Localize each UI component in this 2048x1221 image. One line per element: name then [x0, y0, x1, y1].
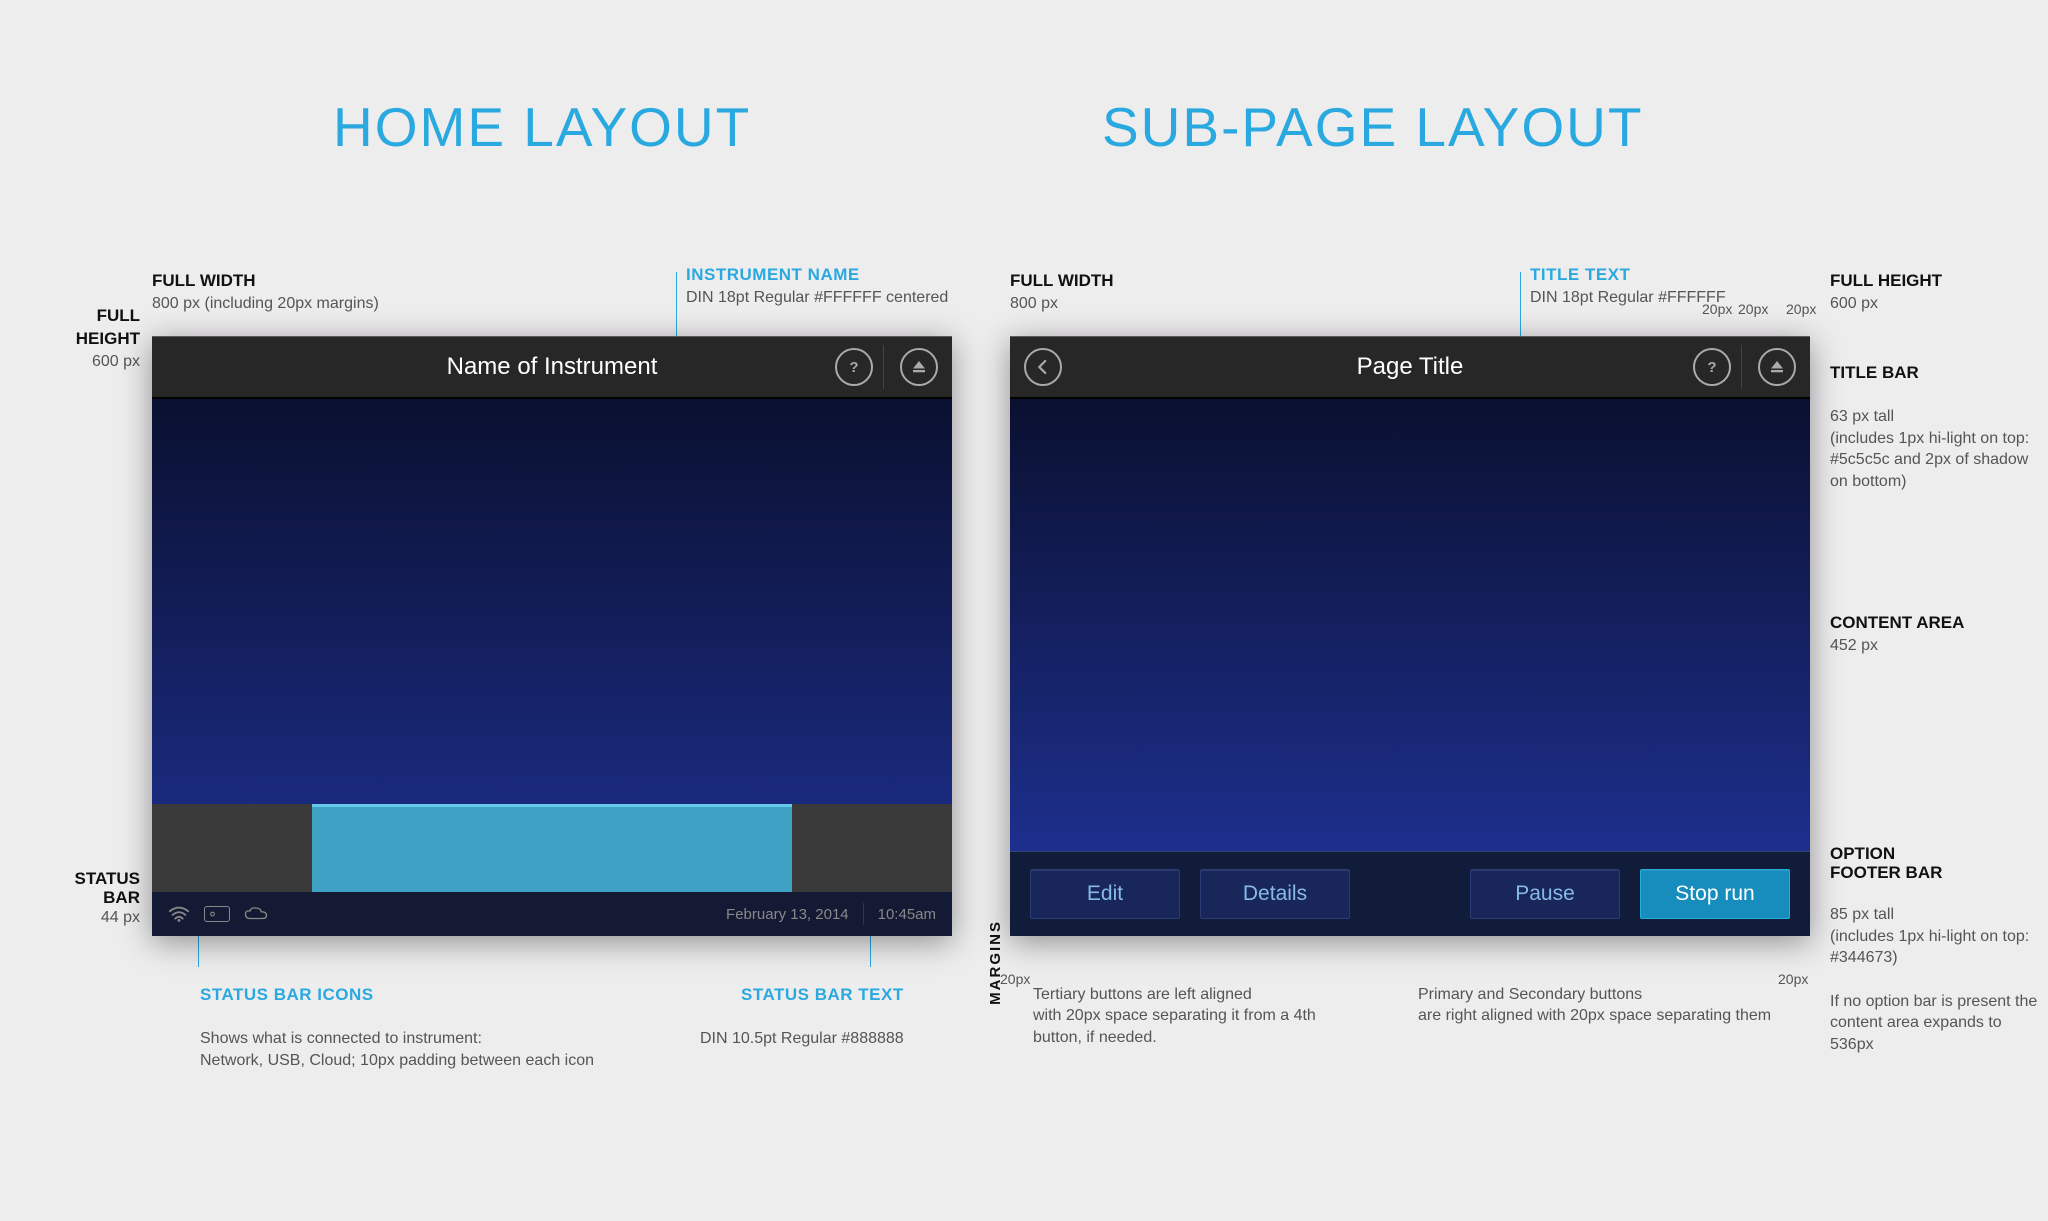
margin-left-value: 20px — [1000, 970, 1030, 989]
spec-content-area: CONTENT AREA 452 px — [1830, 612, 1964, 657]
callout-instrument-name: INSTRUMENT NAME DIN 18pt Regular #FFFFFF… — [686, 264, 948, 309]
status-bar: February 13, 2014 10:45am — [152, 892, 952, 936]
spec-option-footer: OPTIONFOOTER BAR 85 px tall (includes 1p… — [1830, 822, 2040, 1055]
spec-full-width-sub: FULL WIDTH 800 px — [1010, 270, 1114, 315]
dock-slot[interactable] — [792, 804, 952, 892]
eject-icon[interactable] — [900, 348, 938, 386]
margin-right-value: 20px — [1778, 970, 1808, 989]
status-time: 10:45am — [878, 906, 936, 923]
home-layout-mock: Name of Instrument ? February 13, 2014 1… — [152, 336, 952, 936]
dock-slot-active[interactable] — [312, 804, 472, 892]
heading-home-layout: HOME LAYOUT — [333, 95, 751, 159]
margins-vertical-label: MARGINS — [987, 920, 1004, 1005]
dock-slot-active[interactable] — [472, 804, 632, 892]
separator — [883, 345, 884, 389]
note-primary-buttons: Primary and Secondary buttons are right … — [1418, 962, 1771, 1027]
spec-full-width-home: FULL WIDTH 800 px (including 20px margin… — [152, 270, 379, 315]
stop-run-button[interactable]: Stop run — [1640, 869, 1790, 919]
help-icon[interactable]: ? — [835, 348, 873, 386]
option-footer-bar: Edit Details Pause Stop run — [1010, 851, 1810, 936]
spec-title-bar: TITLE BAR 63 px tall (includes 1px hi-li… — [1830, 340, 2030, 493]
ruler-label: 20px — [1786, 300, 1816, 319]
heading-subpage-layout: SUB-PAGE LAYOUT — [1102, 95, 1643, 159]
title-bar: Name of Instrument ? — [152, 336, 952, 399]
separator — [863, 903, 864, 925]
help-icon[interactable]: ? — [1693, 348, 1731, 386]
callout-status-bar-icons: STATUS BAR ICONS Shows what is connected… — [200, 962, 594, 1071]
dock-slot-active[interactable] — [632, 804, 792, 892]
callout-status-bar-text: STATUS BAR TEXT DIN 10.5pt Regular #8888… — [700, 962, 904, 1050]
usb-icon — [204, 906, 230, 922]
note-tertiary-buttons: Tertiary buttons are left aligned with 2… — [1033, 962, 1316, 1048]
svg-text:?: ? — [849, 359, 858, 376]
home-dock — [152, 804, 952, 892]
edit-button[interactable]: Edit — [1030, 869, 1180, 919]
details-button[interactable]: Details — [1200, 869, 1350, 919]
subpage-layout-mock: Page Title ? Edit Details Pause Stop run — [1010, 336, 1810, 936]
cloud-icon — [244, 906, 268, 922]
ruler-label: 20px — [1738, 300, 1768, 319]
wifi-icon — [168, 905, 190, 923]
spec-status-bar: STATUSBAR 44 px — [30, 870, 140, 929]
instrument-name: Name of Instrument — [152, 353, 952, 381]
page-title: Page Title — [1010, 353, 1810, 381]
spec-full-height-home: FULL HEIGHT 600 px — [30, 305, 140, 372]
status-date: February 13, 2014 — [726, 906, 849, 923]
spec-full-height-sub: FULL HEIGHT 600 px — [1830, 270, 1942, 315]
dock-slot[interactable] — [152, 804, 312, 892]
content-area — [1010, 399, 1810, 851]
eject-icon[interactable] — [1758, 348, 1796, 386]
callout-title-text: TITLE TEXT DIN 18pt Regular #FFFFFF — [1530, 264, 1726, 309]
separator — [1741, 345, 1742, 389]
back-icon[interactable] — [1024, 348, 1062, 386]
svg-text:?: ? — [1707, 359, 1716, 376]
title-bar: Page Title ? — [1010, 336, 1810, 399]
pause-button[interactable]: Pause — [1470, 869, 1620, 919]
